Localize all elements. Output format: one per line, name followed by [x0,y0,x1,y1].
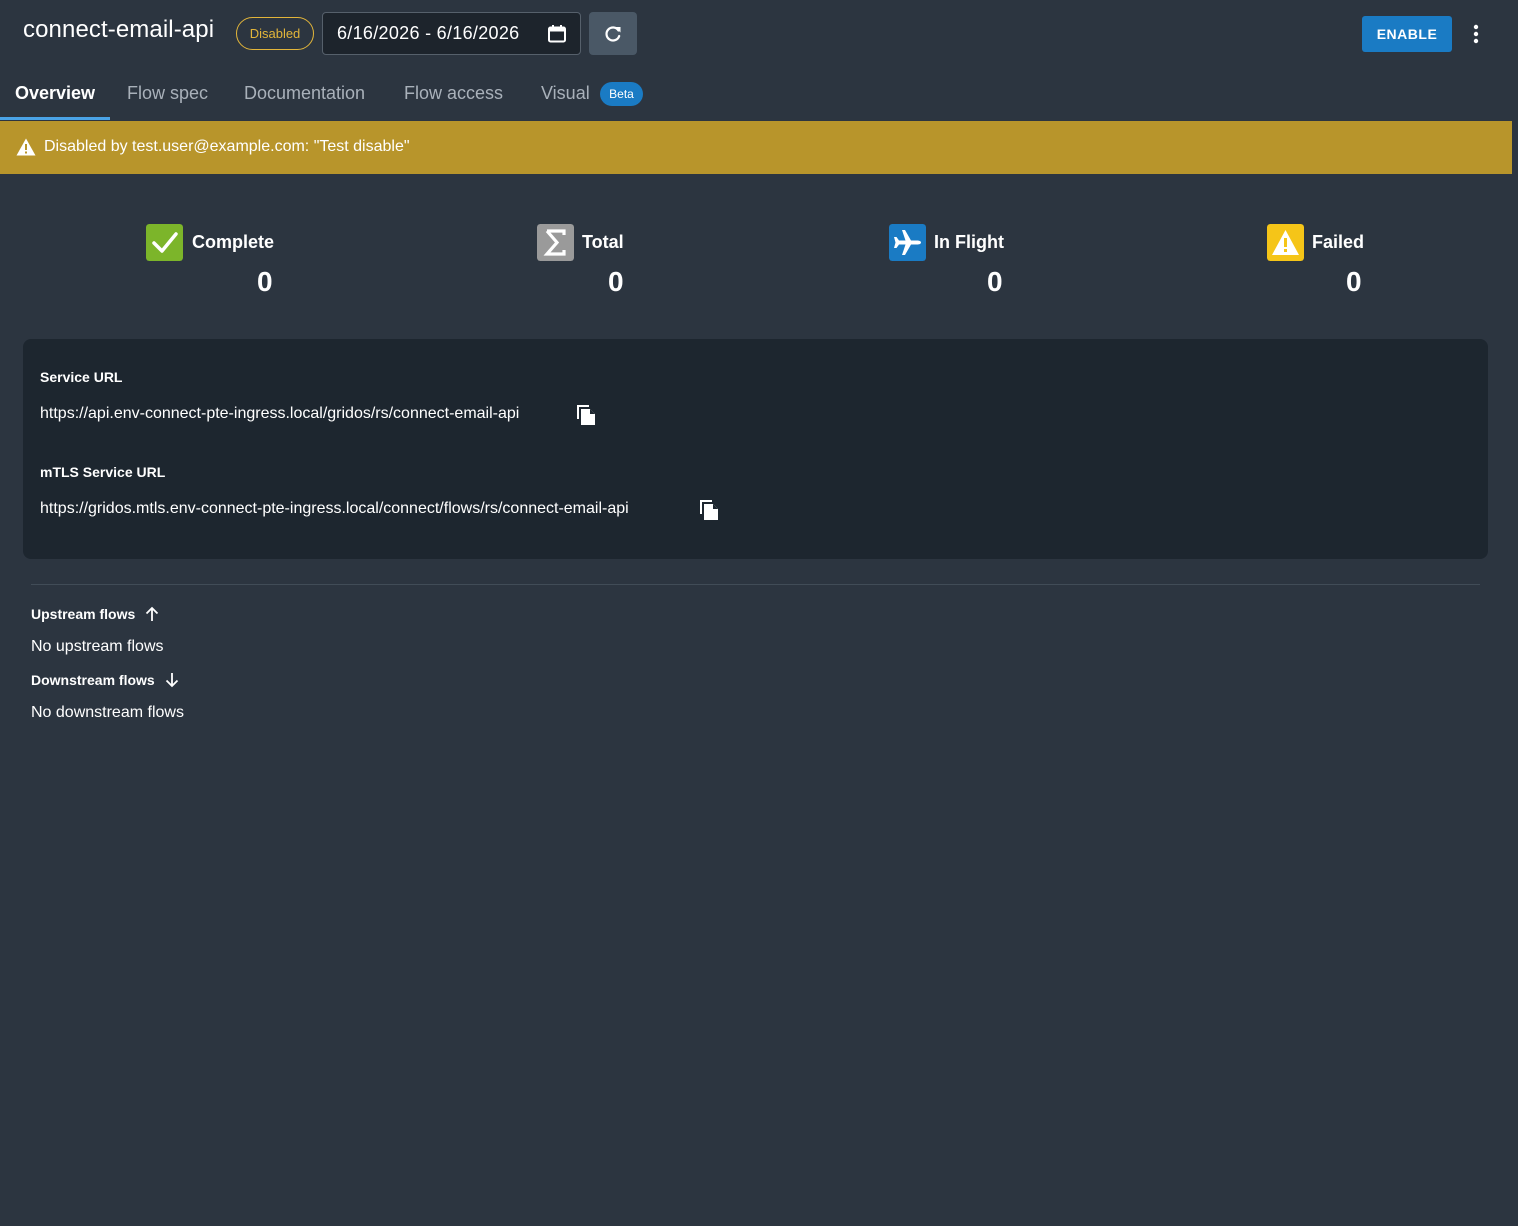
upstream-flows-empty: No upstream flows [31,638,164,655]
stat-label: Total [582,232,624,252]
disabled-banner: Disabled by test.user@example.com: "Test… [0,121,1512,174]
section-divider [31,584,1480,585]
date-range-picker[interactable]: 6/16/2026 - 6/16/2026 [322,12,581,55]
tab-flow-access[interactable]: Flow access [404,80,503,120]
copy-icon[interactable] [698,497,720,521]
tab-documentation[interactable]: Documentation [244,80,365,120]
stat-label: Failed [1312,232,1365,252]
tab-flow-spec[interactable]: Flow spec [127,80,208,120]
banner-message: Disabled by test.user@example.com: "Test… [44,138,410,155]
downstream-flows-label: Downstream flows [31,672,155,688]
stat-in-flight: In Flight 0 [889,224,1009,304]
service-url-card: Service URL https://api.env-connect-pte-… [23,339,1488,559]
arrow-up-icon [146,606,159,621]
check-icon [146,224,183,261]
tab-bar: Overview Flow spec Documentation Flow ac… [0,68,1518,121]
active-tab-indicator [0,117,110,120]
upstream-flows-heading: Upstream flows [31,606,159,622]
stat-value: 0 [257,266,273,297]
stat-total: Total 0 [537,224,637,304]
refresh-icon [605,25,621,42]
copy-icon[interactable] [575,402,597,426]
stat-value: 0 [1346,266,1362,297]
stat-value: 0 [987,266,1003,297]
stat-failed: Failed 0 [1267,224,1377,304]
calendar-icon[interactable] [547,24,567,44]
upstream-flows-label: Upstream flows [31,606,136,622]
beta-badge: Beta [600,82,643,106]
sigma-icon [537,224,574,261]
refresh-button[interactable] [589,12,637,55]
mtls-url-label: mTLS Service URL [40,464,166,480]
page-title: connect-email-api [23,16,215,43]
downstream-flows-empty: No downstream flows [31,704,184,721]
more-options-icon[interactable] [1466,20,1486,48]
stat-label: In Flight [934,232,1004,252]
tab-visual[interactable]: Visual [541,80,590,120]
date-range-value: 6/16/2026 - 6/16/2026 [337,23,520,43]
arrow-down-icon [165,673,178,688]
service-url-value[interactable]: https://api.env-connect-pte-ingress.loca… [40,405,519,423]
airplane-icon [889,224,926,261]
top-bar: connect-email-api Disabled 6/16/2026 - 6… [0,0,1518,68]
downstream-flows-heading: Downstream flows [31,672,179,688]
warning-icon [1267,224,1304,261]
stat-label: Complete [192,232,275,252]
stat-complete: Complete 0 [146,224,286,304]
stat-value: 0 [608,266,624,297]
mtls-url-value[interactable]: https://gridos.mtls.env-connect-pte-ingr… [40,500,629,518]
service-url-label: Service URL [40,369,123,385]
warning-icon [16,138,36,156]
enable-button[interactable]: ENABLE [1362,16,1452,52]
tab-overview[interactable]: Overview [15,80,95,120]
status-badge: Disabled [236,17,314,50]
